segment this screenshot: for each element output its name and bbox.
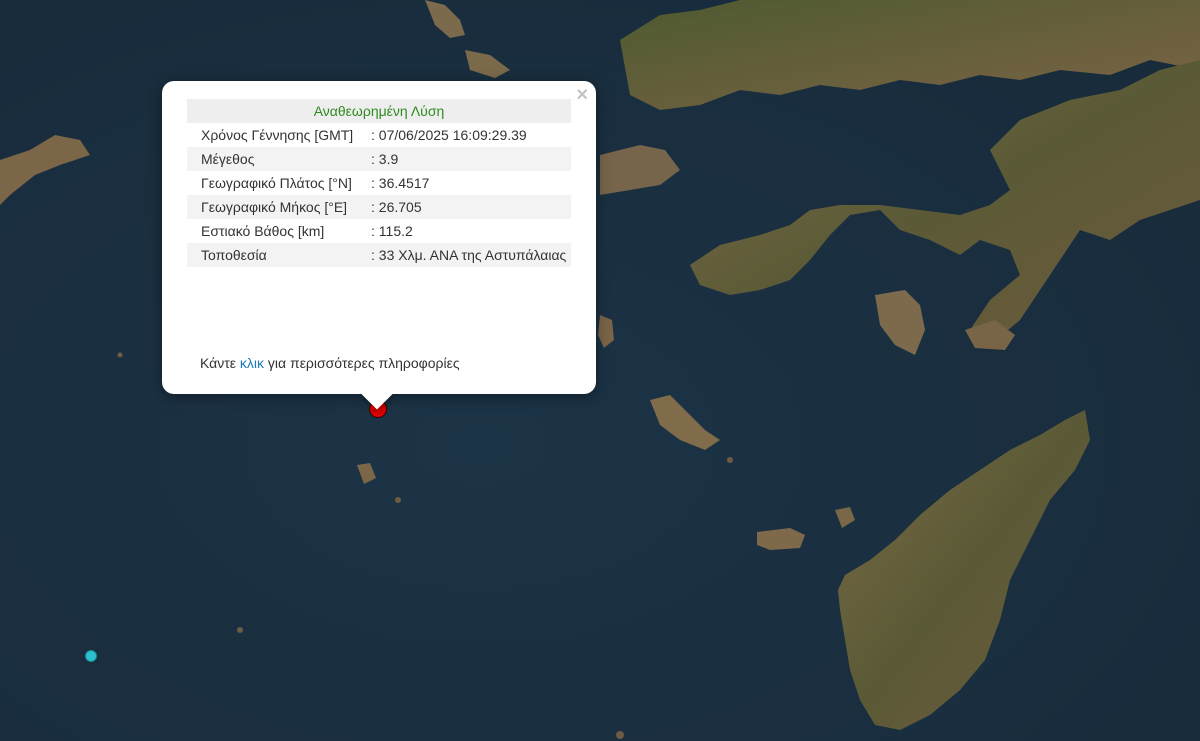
row-value-location: : 33 Χλμ. ΑΝΑ της Αστυπάλαιας	[357, 243, 571, 267]
table-row: Τοποθεσία : 33 Χλμ. ΑΝΑ της Αστυπάλαιας	[187, 243, 571, 267]
row-label-longitude: Γεωγραφικό Μήκος [°E]	[187, 195, 357, 219]
island-north-2	[465, 50, 510, 78]
map-canvas[interactable]: × Αναθεωρημένη Λύση Χρόνος Γέννησης [GMT…	[0, 0, 1200, 741]
more-info-link[interactable]: κλικ	[240, 355, 264, 371]
more-info-prefix: Κάντε	[200, 355, 240, 371]
island-tilos	[875, 290, 925, 355]
row-value-magnitude: : 3.9	[357, 147, 571, 171]
row-value-origin-time: : 07/06/2025 16:09:29.39	[371, 127, 527, 143]
island-kos	[600, 145, 680, 195]
islet-4	[117, 352, 123, 358]
table-row: Γεωγραφικό Πλάτος [°N] : 36.4517	[187, 171, 571, 195]
row-value-depth: : 115.2	[371, 223, 413, 239]
row-label-magnitude: Μέγεθος	[187, 147, 357, 171]
earthquake-info-table: Αναθεωρημένη Λύση Χρόνος Γέννησης [GMT] …	[187, 99, 571, 267]
islet-2	[395, 497, 401, 503]
island-small-3	[757, 528, 805, 550]
row-value-latitude: : 36.4517	[371, 175, 430, 191]
row-label-latitude: Γεωγραφικό Πλάτος [°N]	[201, 175, 352, 191]
islet-3	[727, 457, 733, 463]
island-rhodes	[838, 410, 1090, 730]
islet-5	[616, 731, 624, 739]
table-row: Χρόνος Γέννησης [GMT] : 07/06/2025 16:09…	[187, 123, 571, 147]
table-row: Γεωγραφικό Μήκος [°E] : 26.705	[187, 195, 571, 219]
island-north-1	[425, 0, 465, 38]
popup-close-icon[interactable]: ×	[576, 85, 588, 105]
island-small-1	[598, 315, 614, 348]
popup-title: Αναθεωρημένη Λύση	[187, 99, 571, 123]
earthquake-info-popup: × Αναθεωρημένη Λύση Χρόνος Γέννησης [GMT…	[162, 81, 596, 410]
more-info-text: Κάντε κλικ για περισσότερες πληροφορίες	[200, 355, 460, 371]
island-west	[0, 135, 90, 205]
island-small-2	[357, 463, 376, 484]
table-row: Εστιακό Βάθος [km] : 115.2	[187, 219, 571, 243]
row-value-longitude: : 26.705	[357, 195, 571, 219]
island-small-4	[835, 507, 855, 528]
earthquake-marker-other[interactable]	[85, 650, 97, 662]
island-chalki	[650, 395, 720, 450]
more-info-suffix: για περισσότερες πληροφορίες	[264, 355, 460, 371]
row-label-origin-time: Χρόνος Γέννησης [GMT]	[201, 127, 354, 143]
islet-1	[237, 627, 243, 633]
row-label-depth: Εστιακό Βάθος [km]	[201, 223, 325, 239]
land-anatolia-south	[690, 60, 1200, 345]
table-row: Μέγεθος : 3.9	[187, 147, 571, 171]
row-label-location: Τοποθεσία	[187, 243, 357, 267]
